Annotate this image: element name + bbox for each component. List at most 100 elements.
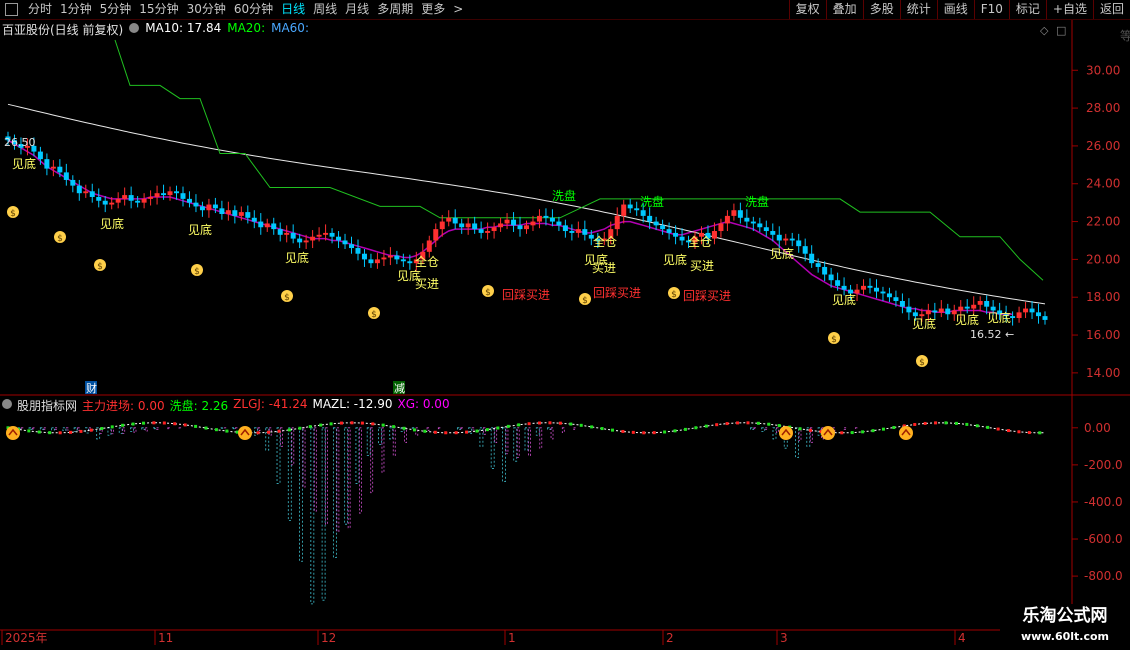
candle-body [634, 208, 640, 211]
candle-body [990, 306, 996, 311]
money-bag-symbol: $ [194, 267, 200, 277]
candle-body [89, 191, 95, 197]
stock-chart[interactable]: ◇ □ 30.0028.0026.0024.0022.0020.0018.001… [0, 0, 1130, 650]
mazl-bar [381, 427, 385, 473]
candle-body [666, 229, 672, 233]
zhuli-dot [809, 428, 813, 432]
zhuli-dot [350, 421, 354, 425]
diamond-icon[interactable]: ◇ [1040, 24, 1049, 37]
zhuli-dot [444, 431, 448, 435]
zhuli-dot [694, 426, 698, 430]
signal-icon [821, 426, 835, 440]
zlgj-bar [310, 427, 315, 605]
zhuli-dot [996, 427, 1000, 431]
candle-body [50, 166, 56, 169]
candle-body [886, 293, 892, 298]
candle-body [867, 285, 873, 288]
candle-body [763, 227, 769, 232]
signal-icon [238, 426, 252, 440]
y-axis: 30.00 28.00 26.00 24.00 22.00 20.00 18.00 16.00… [1072, 63, 1123, 583]
zlgj-bar [51, 427, 55, 431]
jiandi-label: 见底 [832, 292, 856, 307]
candle-body [63, 172, 69, 180]
money-bag-symbol: $ [10, 209, 16, 219]
candle-body [212, 204, 218, 209]
zlgj-bar [28, 427, 33, 430]
candle-body [154, 193, 160, 197]
ma60-line [7, 103, 1046, 305]
huicai-label: 回踩买进 [502, 288, 550, 302]
mazl-bar [573, 427, 576, 430]
candle-body [575, 229, 581, 233]
candle-body [310, 236, 316, 241]
zhuli-dot [913, 422, 917, 426]
zhuli-dot [267, 430, 271, 434]
zlgj-bar [73, 427, 78, 432]
zhuli-dot [360, 421, 364, 425]
mazl-bar [505, 427, 509, 455]
candle-body [984, 301, 990, 307]
candle-body [1042, 316, 1048, 320]
candle-body [303, 240, 309, 243]
candle-body [439, 221, 445, 230]
candle-body [381, 257, 387, 260]
candle-body [128, 195, 134, 201]
mazl-bar [437, 427, 441, 430]
jiandi-label: 见底 [12, 156, 36, 171]
candle-body [653, 221, 659, 226]
jiandi-label: 见底 [100, 216, 124, 231]
mazl-bar [111, 427, 114, 435]
zhuli-dot [392, 425, 396, 429]
sub-y-tick-label: 0.00 [1084, 421, 1111, 435]
candle-body [757, 223, 763, 228]
candle-body [219, 208, 225, 214]
zlgj-bar [107, 427, 112, 436]
zhuli-dot [412, 428, 416, 432]
candle-body [614, 215, 620, 230]
candle-body [271, 223, 277, 230]
candle-body [711, 231, 717, 239]
y-tick-label: 22.00 [1086, 215, 1120, 229]
candle-body [796, 240, 802, 247]
candle-body [472, 223, 478, 230]
mazl-bar [167, 427, 171, 430]
right-edge-text: 等 [1120, 29, 1130, 43]
candle-body [258, 221, 264, 228]
candle-body [718, 223, 724, 232]
zhuli-dot [329, 422, 333, 426]
candle-body [828, 274, 834, 281]
zlgj-bar [795, 427, 799, 458]
zhuli-dot [204, 426, 208, 430]
zhuli-dot [89, 428, 93, 432]
candle-body [945, 308, 951, 315]
candle-body [498, 223, 504, 228]
candle-body [135, 200, 141, 203]
candle-body [232, 210, 238, 216]
zhuli-dot [340, 421, 344, 425]
zhuli-dot [538, 421, 542, 425]
candle-body [880, 291, 886, 294]
zhuli-dot [173, 422, 177, 426]
sub-y-tick-label: -600.0 [1084, 532, 1123, 546]
square-icon[interactable]: □ [1056, 24, 1066, 37]
candle-body [971, 304, 977, 309]
candle-body [361, 253, 367, 260]
candle-body [919, 314, 925, 317]
candle-body [744, 217, 750, 222]
candle-body [70, 179, 76, 186]
candle-body [387, 255, 393, 258]
candle-body [37, 151, 43, 160]
zhuli-dot [1038, 431, 1042, 435]
mazl-bar [764, 427, 768, 431]
zlgj-bar [321, 427, 326, 601]
zhuli-dot [69, 430, 73, 434]
zhuli-dot [652, 431, 656, 435]
candle-body [446, 217, 452, 222]
candle-body [530, 221, 536, 226]
x-tick-label: 4 [958, 631, 966, 645]
candle-body [809, 253, 815, 264]
zhuli-dot [58, 431, 62, 435]
candle-body [906, 306, 912, 313]
zhuli-dot [767, 422, 771, 426]
candle-body [524, 225, 529, 230]
